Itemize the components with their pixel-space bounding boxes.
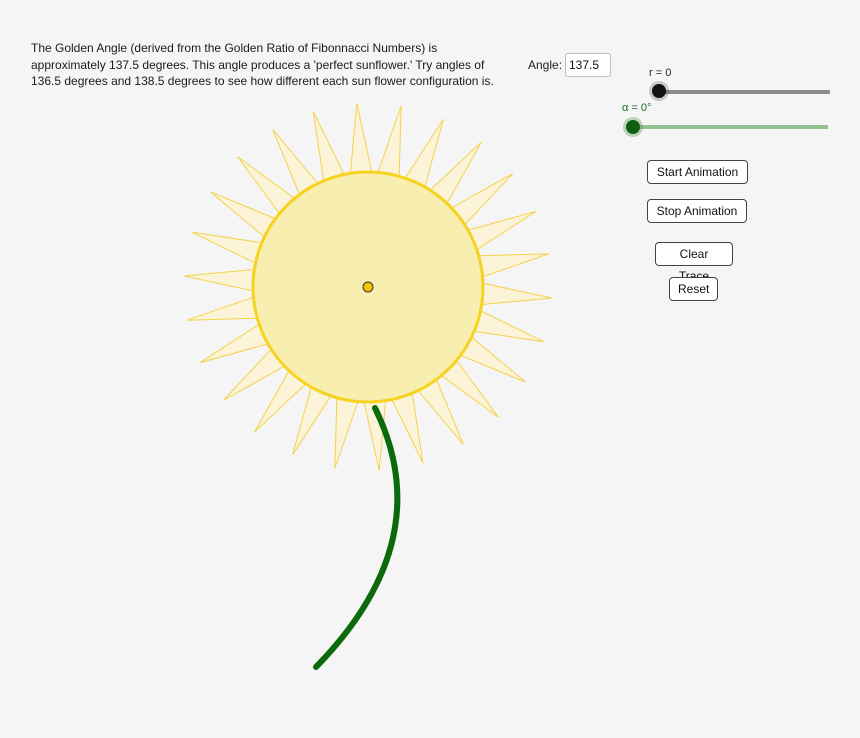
flower-stem (313, 405, 401, 670)
center-point[interactable] (362, 281, 374, 293)
graphics-canvas[interactable] (0, 0, 860, 738)
